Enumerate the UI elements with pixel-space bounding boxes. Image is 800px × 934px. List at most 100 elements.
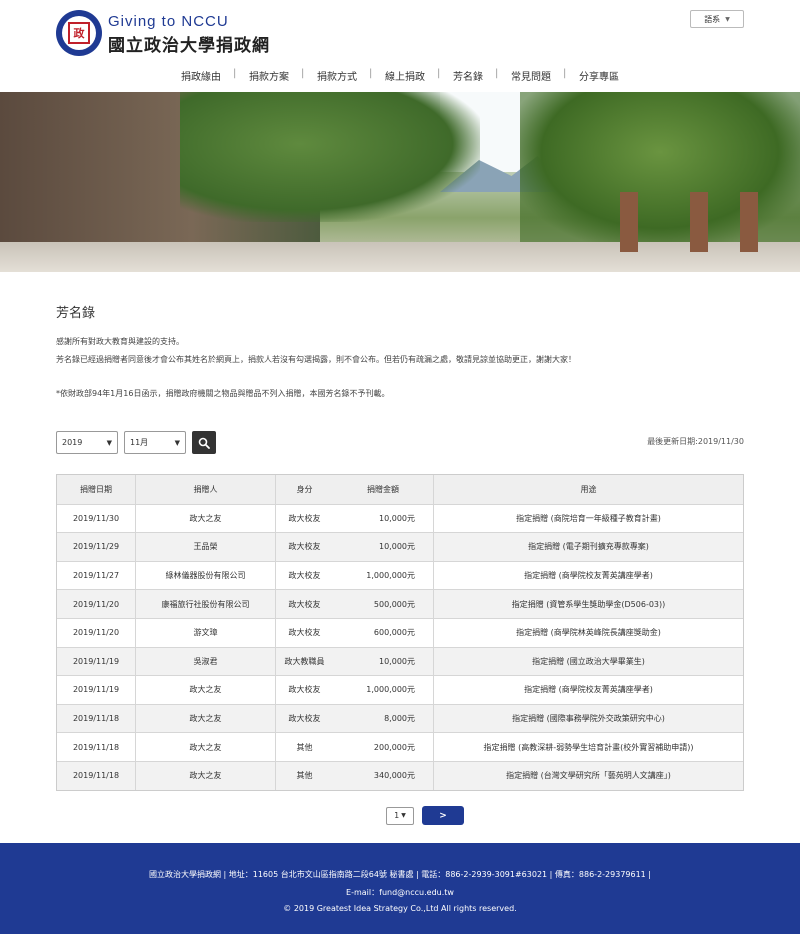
chevron-down-icon: ▼	[401, 812, 406, 819]
filter-bar: 2019 ▼ 11月 ▼	[56, 431, 216, 454]
row-date: 2019/11/27	[72, 571, 120, 581]
row-role: 政大校友	[275, 533, 333, 561]
row-use: 指定捐贈 (商院培育一年級種子教育計畫)	[433, 504, 743, 533]
banner-trees-right	[520, 92, 800, 242]
nav-item-share[interactable]: 分享專區	[563, 68, 633, 83]
table-row: 2019/11/18 政大之友 其他 200,000元 指定捐贈 (高教深耕-弱…	[57, 732, 743, 761]
nav-item-faq[interactable]: 常見問題	[495, 68, 565, 83]
brand-chinese[interactable]: 國立政治大學捐政網	[108, 31, 270, 56]
row-donor: 吳淑君	[135, 647, 275, 676]
footer-email[interactable]: E-mail：fund@nccu.edu.tw	[0, 887, 800, 898]
row-use: 指定捐贈 (資管系學生獎助學金(D506-03))	[433, 590, 743, 618]
banner-pillar	[690, 192, 708, 252]
row-role: 政大校友	[275, 504, 333, 533]
row-date: 2019/11/19	[72, 685, 120, 695]
row-role: 政大校友	[275, 561, 333, 590]
table-row: 2019/11/30 政大之友 政大校友 10,000元 指定捐贈 (商院培育一…	[57, 503, 743, 533]
banner-pillar	[740, 192, 758, 252]
header-amount: 捐贈金額	[367, 484, 399, 494]
donor-table: 捐贈日期 捐贈人 身分 捐贈金額 用途 2019/11/30 政大之友 政大校友…	[56, 474, 744, 791]
chevron-down-icon: ▼	[106, 438, 112, 447]
footer-contact: 國立政治大學捐政網 | 地址：11605 台北市文山區指南路二段64號 秘書處 …	[148, 870, 652, 879]
search-button[interactable]	[192, 431, 216, 454]
row-date: 2019/11/20	[72, 628, 120, 638]
banner-pillar	[620, 192, 638, 252]
row-role: 政大校友	[275, 590, 333, 618]
table-row: 2019/11/20 康福旅行社股份有限公司 政大校友 500,000元 指定捐…	[57, 589, 743, 618]
page-value: 1	[394, 811, 400, 820]
row-amount: 200,000元	[373, 742, 415, 752]
row-amount: 340,000元	[373, 771, 415, 781]
nav-item-plans[interactable]: 捐款方案	[233, 68, 303, 83]
table-row: 2019/11/27 綠林儀器股份有限公司 政大校友 1,000,000元 指定…	[57, 560, 743, 590]
row-date: 2019/11/18	[72, 714, 120, 724]
table-row: 2019/11/18 政大之友 政大校友 8,000元 指定捐贈 (國際事務學院…	[57, 703, 743, 733]
row-amount: 10,000元	[379, 542, 415, 552]
nav-item-methods[interactable]: 捐款方式	[301, 68, 371, 83]
row-use: 指定捐贈 (商學院林英峰院長講座獎助金)	[433, 618, 743, 647]
intro-note: *依財政部94年1月16日函示，捐贈政府機關之物品與贈品不列入捐贈，本國芳名錄不…	[56, 389, 390, 398]
row-use: 指定捐贈 (國立政治大學畢業生)	[433, 647, 743, 676]
row-amount: 10,000元	[379, 513, 415, 523]
site-footer: 國立政治大學捐政網 | 地址：11605 台北市文山區指南路二段64號 秘書處 …	[0, 843, 800, 934]
row-use: 指定捐贈 (電子期刊擴充專款專案)	[433, 533, 743, 561]
year-value: 2019	[62, 438, 83, 447]
table-row: 2019/11/29 王品榮 政大校友 10,000元 指定捐贈 (電子期刊擴充…	[57, 532, 743, 561]
row-donor: 綠林儀器股份有限公司	[135, 561, 275, 590]
banner-trees-left	[180, 92, 480, 222]
page-select[interactable]: 1 ▼	[386, 806, 414, 825]
header-role: 身分	[275, 475, 333, 504]
next-page-button[interactable]: >	[422, 806, 464, 825]
table-row: 2019/11/19 政大之友 政大校友 1,000,000元 指定捐贈 (商學…	[57, 675, 743, 704]
campus-banner	[0, 92, 800, 272]
main-nav: 捐政緣由 捐款方案 捐款方式 線上捐政 芳名錄 常見問題 分享專區	[0, 62, 800, 88]
row-amount: 500,000元	[373, 599, 415, 609]
row-date: 2019/11/18	[72, 771, 120, 781]
row-amount: 600,000元	[373, 628, 415, 638]
row-donor: 政大之友	[135, 504, 275, 533]
chevron-down-icon: ▼	[174, 438, 180, 447]
language-select[interactable]: 語系 ▼	[690, 10, 744, 28]
row-donor: 政大之友	[135, 733, 275, 761]
row-role: 其他	[275, 733, 333, 761]
intro-text: 感謝所有對政大教育與建設的支持。 芳名錄已經過捐贈者同意後才會公布其姓名於網頁上…	[56, 333, 756, 403]
footer-copyright: © 2019 Greatest Idea Strategy Co.,Ltd Al…	[283, 904, 517, 913]
chevron-down-icon: ▼	[725, 15, 730, 23]
year-select[interactable]: 2019 ▼	[56, 431, 118, 454]
row-donor: 康福旅行社股份有限公司	[135, 590, 275, 618]
row-donor: 游文璋	[135, 618, 275, 647]
row-use: 指定捐贈 (商學院校友菁英講座學者)	[433, 676, 743, 704]
header-date: 捐贈日期	[80, 484, 112, 494]
month-value: 11月	[130, 438, 149, 447]
row-date: 2019/11/30	[72, 513, 120, 523]
nav-item-online[interactable]: 線上捐政	[369, 68, 439, 83]
site-header: 政 Giving to NCCU 國立政治大學捐政網 語系 ▼ 捐政緣由 捐款方…	[0, 0, 800, 92]
row-role: 政大校友	[275, 676, 333, 704]
row-date: 2019/11/20	[72, 599, 120, 609]
table-row: 2019/11/18 政大之友 其他 340,000元 指定捐贈 (台灣文學研究…	[57, 760, 743, 790]
last-updated: 最後更新日期:2019/11/30	[647, 437, 744, 446]
row-use: 指定捐贈 (國際事務學院外交政策研究中心)	[433, 704, 743, 733]
row-amount: 1,000,000元	[366, 571, 415, 581]
row-date: 2019/11/19	[72, 656, 120, 666]
month-select[interactable]: 11月 ▼	[124, 431, 186, 454]
search-icon	[198, 437, 210, 449]
row-date: 2019/11/18	[72, 742, 120, 752]
row-use: 指定捐贈 (高教深耕-弱勢學生培育計畫(校外實習補助申請))	[433, 733, 743, 761]
row-amount: 1,000,000元	[366, 685, 415, 695]
page-title: 芳名錄	[56, 306, 96, 321]
row-role: 政大校友	[275, 704, 333, 733]
row-donor: 政大之友	[135, 676, 275, 704]
language-label: 語系	[704, 14, 721, 24]
table-row: 2019/11/20 游文璋 政大校友 600,000元 指定捐贈 (商學院林英…	[57, 617, 743, 647]
logo-seal: 政	[68, 22, 90, 44]
nav-item-reason[interactable]: 捐政緣由	[167, 68, 235, 83]
banner-walkway	[0, 242, 800, 272]
row-role: 政大校友	[275, 618, 333, 647]
row-use: 指定捐贈 (台灣文學研究所「藝苑明人文講座」)	[433, 761, 743, 790]
nav-item-donors[interactable]: 芳名錄	[437, 68, 497, 83]
nccu-logo[interactable]: 政	[56, 10, 102, 56]
logo-ring: 政	[62, 16, 96, 50]
brand-english[interactable]: Giving to NCCU	[108, 13, 229, 30]
row-amount: 10,000元	[379, 656, 415, 666]
